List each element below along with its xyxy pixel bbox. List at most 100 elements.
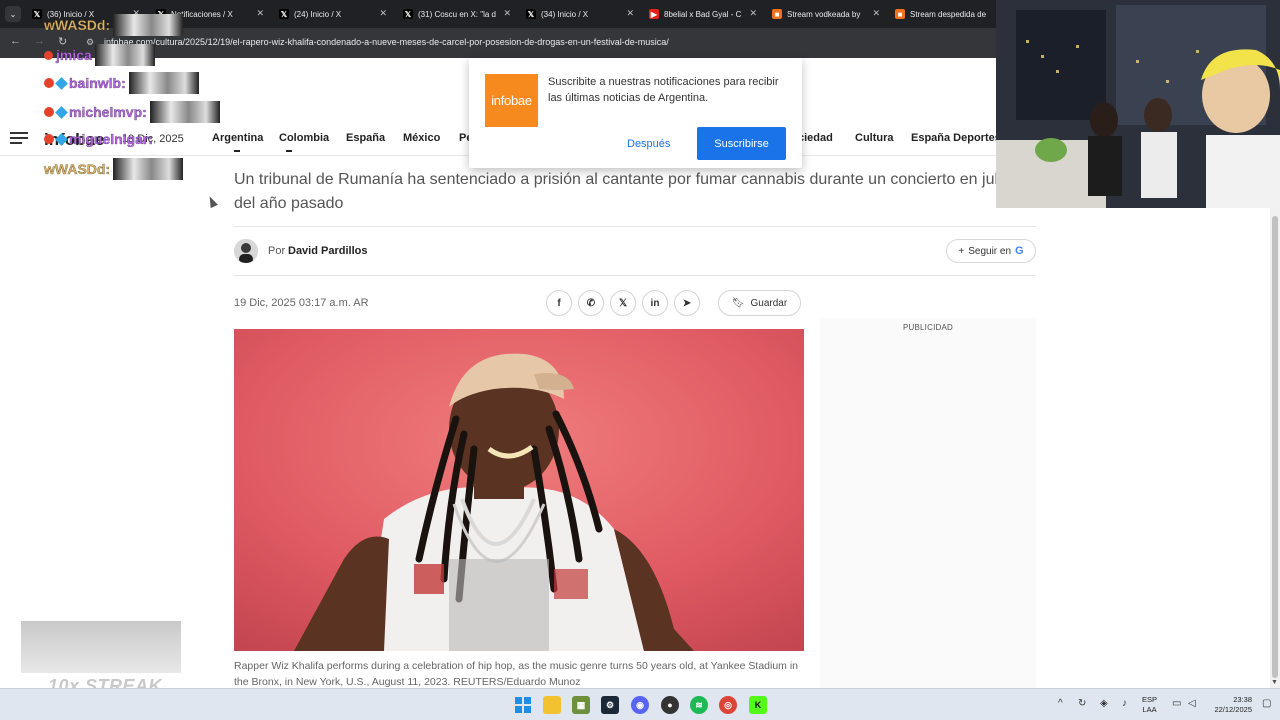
youtube-icon: ▶ (649, 9, 659, 19)
notifications-icon[interactable]: ▢ (1262, 698, 1271, 709)
article-hero-image (234, 329, 804, 651)
volume-icon[interactable]: ◁ (1188, 698, 1196, 709)
nav-link-cultura[interactable]: Cultura (855, 132, 894, 144)
sub-badge-icon (55, 105, 68, 119)
x-logo-icon: 𝕏 (526, 9, 536, 19)
tab-label: (31) Coscu en X: "la d (418, 9, 496, 19)
chat-username: miguelnigar: (69, 131, 154, 147)
close-icon[interactable]: ✕ (872, 8, 880, 19)
microphone-icon[interactable]: ♪ (1122, 698, 1127, 709)
scrollbar-thumb[interactable] (1272, 216, 1278, 678)
browser-tab[interactable]: 𝕏 (31) Coscu en X: "la d ✕ (397, 4, 515, 24)
close-icon[interactable]: ✕ (256, 8, 264, 19)
browser-tab[interactable]: 𝕏 (34) Inicio / X ✕ (520, 4, 638, 24)
tab-label: 8belial x Bad Gyal - C (664, 9, 742, 19)
discord-icon[interactable]: ◉ (631, 696, 649, 714)
stream-site-icon: ■ (895, 9, 905, 19)
browser-tab[interactable]: ■ Stream vodkeada by ✕ (766, 4, 884, 24)
bookmark-icon: 🔖︎ (731, 297, 745, 309)
chat-emote (149, 101, 220, 123)
badge-icon (44, 107, 54, 117)
tab-label: Stream despedida de (910, 9, 987, 19)
chat-message: miguelnigar: (44, 128, 153, 150)
author-name[interactable]: David Pardillos (288, 245, 367, 257)
ad-slot (820, 318, 1036, 688)
chat-message: michelmvp: (44, 101, 220, 123)
badge-icon (44, 50, 53, 60)
notification-prompt-text: Suscribite a nuestras notificaciones par… (548, 76, 779, 104)
close-icon[interactable]: ✕ (626, 8, 634, 19)
chrome-icon[interactable]: ◎ (719, 696, 737, 714)
chat-message: wWASDd: (44, 158, 184, 180)
nav-link-sociedad[interactable]: ciedad (798, 132, 833, 144)
subscribe-button[interactable]: Suscribirse (697, 127, 786, 160)
chat-emote (113, 14, 184, 36)
security-icon[interactable]: ◈ (1100, 698, 1108, 709)
language-code: ESP (1142, 695, 1158, 704)
tab-label: (24) Inicio / X (294, 9, 342, 19)
chat-emote (128, 72, 199, 94)
tab-search-button[interactable]: ⌄ (5, 6, 21, 22)
article-subtitle: Un tribunal de Rumanía ha sentenciado a … (234, 171, 1011, 212)
nav-link-espana[interactable]: España (346, 132, 385, 144)
close-icon[interactable]: ✕ (503, 8, 511, 19)
sync-icon[interactable]: ↻ (1078, 698, 1086, 709)
system-clock[interactable]: 23:38 22/12/2025 (1204, 695, 1252, 715)
chat-username: wWASDd: (44, 161, 111, 177)
menu-icon[interactable] (10, 132, 28, 146)
save-button[interactable]: 🔖︎ Guardar (718, 290, 801, 316)
network-icon[interactable]: ▭ (1172, 698, 1181, 709)
windows-taskbar: ▦ ⚙ ◉ ● ≋ ◎ K ^ ↻ ◈ ♪ ESP LAA ▭ ◁ 23:38 … (0, 688, 1280, 720)
facebook-share-icon[interactable]: f (546, 290, 572, 316)
spotify-icon[interactable]: ≋ (690, 696, 708, 714)
nav-link-espana-deportes[interactable]: España Deportes (911, 132, 1001, 144)
app-icon[interactable]: ▦ (572, 696, 590, 714)
chat-username: bainwlb: (69, 75, 126, 91)
author-avatar[interactable] (234, 239, 258, 263)
obs-icon[interactable]: ● (661, 696, 679, 714)
whatsapp-share-icon[interactable]: ✆ (578, 290, 604, 316)
stream-site-icon: ■ (772, 9, 782, 19)
linkedin-share-icon[interactable]: in (642, 290, 668, 316)
badge-icon (44, 134, 54, 144)
clock-date: 22/12/2025 (1214, 705, 1252, 714)
windows-start-icon[interactable] (514, 696, 532, 714)
chat-emote (94, 44, 155, 66)
follow-label: Seguir en (968, 245, 1012, 257)
save-label: Guardar (750, 297, 788, 309)
close-icon[interactable]: ✕ (749, 8, 757, 19)
browser-tab[interactable]: 𝕏 (24) Inicio / X ✕ (273, 4, 391, 24)
stream-chat-overlay: wWASDd: jmica bainwlb: michelmvp: miguel… (44, 12, 244, 187)
clock-time: 23:38 (1233, 695, 1252, 704)
notification-prompt: infobae Suscribite a nuestras notificaci… (469, 58, 802, 168)
follow-google-button[interactable]: + Seguir en G (946, 239, 1036, 263)
kick-icon[interactable]: K (749, 696, 767, 714)
divider (234, 275, 1036, 276)
telegram-share-icon[interactable]: ➤ (674, 290, 700, 316)
layout-code: LAA (1142, 705, 1157, 714)
chat-emote (113, 158, 184, 180)
input-language[interactable]: ESP LAA (1142, 695, 1157, 715)
x-share-icon[interactable]: 𝕏 (610, 290, 636, 316)
scroll-down-icon[interactable]: ▼ (1271, 679, 1278, 686)
steam-icon[interactable]: ⚙ (601, 696, 619, 714)
browser-tab[interactable]: ▶ 8belial x Bad Gyal - C ✕ (643, 4, 761, 24)
close-icon[interactable]: ✕ (379, 8, 387, 19)
browser-tab[interactable]: ■ Stream despedida de (889, 4, 995, 24)
google-icon: G (1015, 245, 1024, 257)
later-button[interactable]: Después (619, 136, 678, 152)
x-logo-icon: 𝕏 (403, 9, 413, 19)
plus-icon: + (958, 245, 965, 257)
file-explorer-icon[interactable] (543, 696, 561, 714)
badge-icon (44, 78, 54, 88)
infobae-logo: infobae (485, 74, 538, 127)
image-caption: Rapper Wiz Khalifa performs during a cel… (234, 660, 799, 688)
divider (234, 226, 1036, 227)
sub-badge-icon (55, 132, 68, 146)
tab-label: (34) Inicio / X (541, 9, 589, 19)
article-date: 19 Dic, 2025 03:17 a.m. AR (234, 297, 369, 309)
nav-link-mexico[interactable]: México (403, 132, 440, 144)
back-icon[interactable]: ← (10, 35, 21, 47)
chat-message: bainwlb: (44, 72, 199, 94)
tray-overflow-icon[interactable]: ^ (1058, 698, 1063, 709)
